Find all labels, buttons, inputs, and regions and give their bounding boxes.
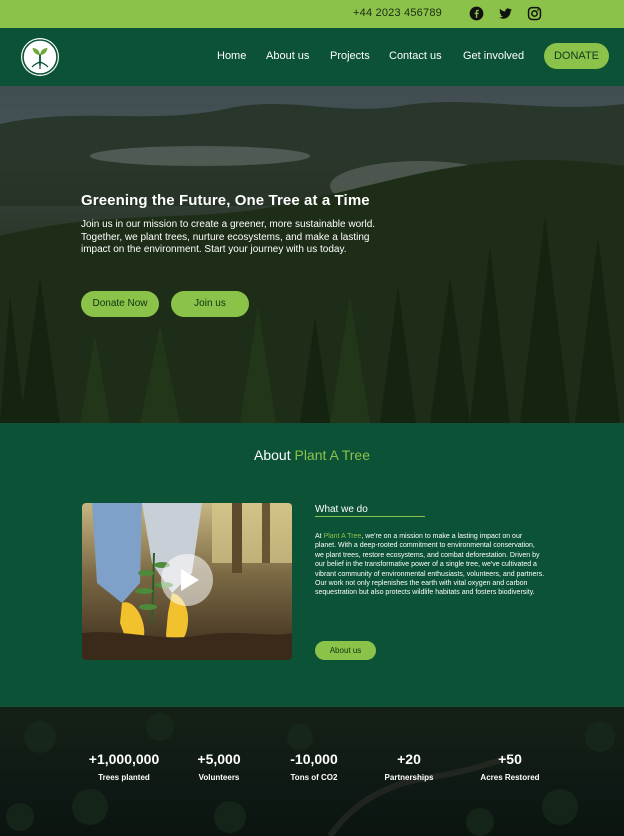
what-we-do-body-2: Our work not only replenishes the earth …: [315, 580, 535, 597]
about-heading-prefix: About: [254, 447, 295, 463]
play-icon: [181, 569, 199, 591]
stat-value: +20: [397, 751, 421, 767]
about-us-button[interactable]: About us: [315, 641, 376, 660]
donate-now-button[interactable]: Donate Now: [81, 291, 159, 317]
main-navigation: Home About us Projects Contact us Get in…: [0, 28, 624, 86]
nav-get-involved[interactable]: Get involved: [463, 50, 524, 62]
phone-number[interactable]: +44 2023 456789: [353, 7, 442, 19]
stats-section: +1,000,000 Trees planted +5,000 Voluntee…: [0, 707, 624, 836]
tree-logo-icon: [22, 39, 58, 75]
title-underline: [315, 516, 425, 517]
donate-button[interactable]: DONATE: [544, 43, 609, 69]
stat-value: +1,000,000: [88, 751, 160, 767]
nav-contact-us[interactable]: Contact us: [389, 50, 442, 62]
stat-partnerships: +20 Partnerships: [359, 751, 459, 782]
stat-label: Trees planted: [98, 773, 150, 782]
facebook-icon[interactable]: [469, 6, 484, 21]
stat-label: Volunteers: [198, 773, 240, 782]
nav-projects[interactable]: Projects: [330, 50, 370, 62]
stat-label: Acres Restored: [480, 773, 540, 782]
logo[interactable]: [21, 38, 59, 76]
about-section: About Plant A Tree What we do At Plant A…: [0, 423, 624, 707]
what-we-do-prefix: At: [315, 533, 324, 540]
what-we-do-title: What we do: [315, 504, 368, 515]
hero-description: Join us in our mission to create a green…: [81, 219, 376, 256]
what-we-do-text: At Plant A Tree, we're on a mission to m…: [315, 532, 545, 598]
about-heading: About Plant A Tree: [0, 447, 624, 463]
stat-volunteers: +5,000 Volunteers: [169, 751, 269, 782]
stat-label: Partnerships: [384, 773, 434, 782]
stat-value: +50: [498, 751, 522, 767]
play-button[interactable]: [161, 554, 213, 606]
stat-value: -10,000: [290, 751, 338, 767]
video-thumbnail[interactable]: [82, 503, 292, 660]
hero-title: Greening the Future, One Tree at a Time: [81, 192, 370, 209]
stat-co2: -10,000 Tons of CO2: [264, 751, 364, 782]
stat-label: Tons of CO2: [290, 773, 338, 782]
what-we-do-accent: Plant A Tree: [323, 533, 362, 540]
twitter-icon[interactable]: [498, 6, 513, 21]
stat-acres-restored: +50 Acres Restored: [460, 751, 560, 782]
hero-section: Greening the Future, One Tree at a Time …: [0, 86, 624, 423]
about-heading-accent: Plant A Tree: [294, 447, 370, 463]
nav-home[interactable]: Home: [217, 50, 246, 62]
nav-about-us[interactable]: About us: [266, 50, 309, 62]
stat-trees-planted: +1,000,000 Trees planted: [74, 751, 174, 782]
top-bar: +44 2023 456789: [0, 0, 624, 28]
instagram-icon[interactable]: [527, 6, 542, 21]
join-us-button[interactable]: Join us: [171, 291, 249, 317]
stat-value: +5,000: [197, 751, 241, 767]
